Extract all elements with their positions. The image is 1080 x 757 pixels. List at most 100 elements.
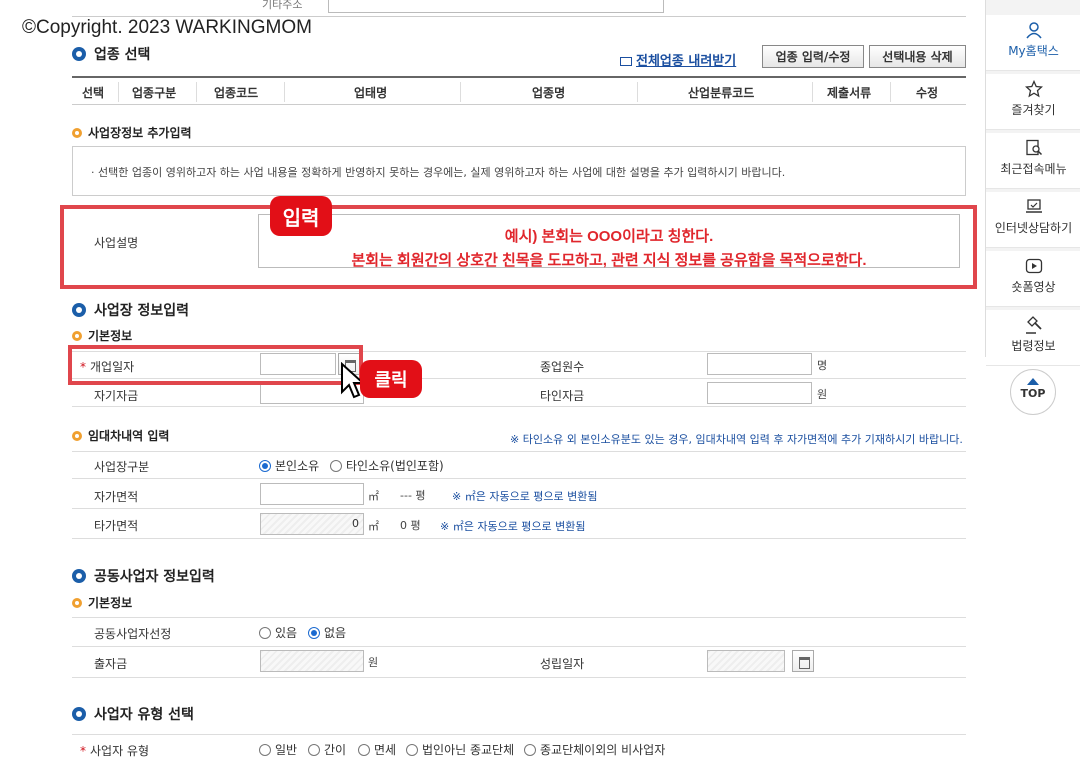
joint-select-row <box>72 617 966 647</box>
own-area-input[interactable] <box>260 483 364 505</box>
col-documents: 제출서류 <box>827 86 872 100</box>
sidebar-item-online-consult[interactable]: 인터넷상담하기 <box>986 192 1080 248</box>
biz-type-section-title: 사업자 유형 선택 <box>72 704 194 724</box>
person-icon <box>1025 22 1042 39</box>
own-area-pyeong: --- 평 <box>400 489 426 502</box>
section-bullet-icon <box>72 707 86 721</box>
col-code: 업종코드 <box>214 86 259 100</box>
radio-own[interactable]: 본인소유 <box>259 457 319 474</box>
gavel-icon <box>1025 316 1042 334</box>
sidebar-item-recent-menu[interactable]: 최근접속메뉴 <box>986 133 1080 189</box>
document-search-icon <box>1025 139 1042 156</box>
other-area-pyeong: 0 평 <box>400 519 421 532</box>
sidebar-item-my-hometax[interactable]: My홈택스 <box>986 15 1080 71</box>
own-area-help: ※ ㎡은 자동으로 평으로 변환됨 <box>452 490 598 503</box>
radio-general[interactable]: 일반 <box>259 741 297 757</box>
other-area-unit: ㎡ <box>368 520 379 533</box>
investment-label: 출자금 <box>94 657 128 671</box>
col-type: 업종구분 <box>132 86 177 100</box>
section-bullet-icon <box>72 303 86 317</box>
industry-edit-button[interactable]: 업종 입력/수정 <box>762 45 864 68</box>
own-area-unit: ㎡ <box>368 490 379 503</box>
extra-info-notice: · 선택한 업종이 영위하고자 하는 사업 내용을 정확하게 반영하지 못하는 … <box>72 146 966 196</box>
other-capital-label: 타인자금 <box>540 389 585 403</box>
employees-unit: 명 <box>817 359 828 372</box>
own-capital-label: 자기자금 <box>94 389 139 403</box>
business-description-example: 예시) 본회는 OOO이라고 칭한다. 본회는 회원간의 상호간 친목을 도모하… <box>351 228 867 269</box>
radio-selected-icon <box>259 459 271 472</box>
radio-joint-yes[interactable]: 있음 <box>259 624 297 641</box>
input-callout-badge: 입력 <box>270 196 332 236</box>
joint-business-section-title: 공동사업자 정보입력 <box>72 566 215 586</box>
sidebar-item-shortform-video[interactable]: 숏폼영상 <box>986 251 1080 307</box>
copyright-watermark: ©Copyright. 2023 WARKINGMOM <box>22 17 312 38</box>
radio-religious[interactable]: 법인아닌 종교단체 <box>406 741 514 757</box>
radio-joint-no[interactable]: 없음 <box>308 624 346 641</box>
sidebar-item-favorites[interactable]: 즐겨찾기 <box>986 74 1080 130</box>
calendar-icon[interactable] <box>792 650 814 672</box>
industry-section-title: 업종 선택 <box>72 44 150 64</box>
radio-selected-icon <box>308 626 320 639</box>
subsection-bullet-icon <box>72 597 82 608</box>
investment-row <box>72 647 966 678</box>
biz-type-label: * 사업자 유형 <box>80 744 150 757</box>
radio-exempt[interactable]: 면세 <box>358 741 396 757</box>
star-icon <box>1024 80 1043 98</box>
investment-unit: 원 <box>368 656 379 669</box>
investment-input <box>260 650 364 672</box>
col-select: 선택 <box>82 86 105 100</box>
delete-selection-button[interactable]: 선택내용 삭제 <box>869 45 966 68</box>
radio-icon <box>524 743 536 756</box>
employees-input[interactable] <box>707 353 812 375</box>
download-all-industries-link[interactable]: 전체업종 내려받기 <box>620 50 736 69</box>
found-date-label: 성립일자 <box>540 657 585 671</box>
biz-type-row <box>72 734 966 757</box>
premises-type-row <box>72 451 966 479</box>
business-basic-info-title: 기본정보 <box>72 327 132 344</box>
scroll-top-button[interactable]: TOP <box>1010 369 1056 415</box>
col-business-name: 업태명 <box>354 86 388 100</box>
radio-icon <box>406 743 418 756</box>
radio-non-business[interactable]: 종교단체이외의 비사업자 <box>524 741 665 757</box>
section-bullet-icon <box>72 47 86 61</box>
sidebar-item-law-info[interactable]: 법령정보 <box>986 310 1080 366</box>
premises-type-label: 사업장구분 <box>94 460 150 474</box>
lease-section-title: 임대차내역 입력 <box>72 427 169 444</box>
other-area-help: ※ ㎡은 자동으로 평으로 변환됨 <box>440 520 586 533</box>
subsection-bullet-icon <box>72 330 82 341</box>
col-edit: 수정 <box>916 86 939 100</box>
subsection-bullet-icon <box>72 430 82 441</box>
address-label: 기타주소 <box>262 0 303 11</box>
click-callout-badge: 클릭 <box>360 360 422 398</box>
found-date-input <box>707 650 785 672</box>
click-highlight-frame <box>68 345 363 385</box>
industry-table-header: 선택 업종구분 업종코드 업태명 업종명 산업분류코드 제출서류 수정 <box>72 76 966 105</box>
laptop-icon <box>1025 199 1042 213</box>
lease-notice: ※ 타인소유 외 본인소유분도 있는 경우, 임대차내역 입력 후 자가면적에 … <box>510 433 963 446</box>
col-classification-code: 산업분류코드 <box>688 86 755 100</box>
radio-icon <box>259 626 271 639</box>
extra-info-title: 사업장정보 추가입력 <box>72 124 192 141</box>
radio-icon <box>308 743 320 756</box>
arrow-up-icon <box>1027 378 1039 385</box>
subsection-bullet-icon <box>72 127 82 138</box>
own-area-label: 자가면적 <box>94 490 139 504</box>
radio-other[interactable]: 타인소유(법인포함) <box>330 457 444 474</box>
employees-label: 종업원수 <box>540 360 585 374</box>
address-input[interactable] <box>328 0 664 13</box>
other-capital-input[interactable] <box>707 382 812 404</box>
radio-icon <box>358 743 370 756</box>
radio-icon <box>259 743 271 756</box>
radio-icon <box>330 459 342 472</box>
play-icon <box>1025 258 1042 274</box>
other-area-label: 타가면적 <box>94 519 139 533</box>
quick-sidebar: My홈택스 즐겨찾기 최근접속메뉴 인터넷상담하기 숏폼영상 법령정보 <box>985 0 1080 366</box>
joint-select-label: 공동사업자선정 <box>94 627 172 641</box>
divider <box>72 16 966 17</box>
radio-simplified[interactable]: 간이 <box>308 741 346 757</box>
download-icon <box>620 57 632 66</box>
col-industry-name: 업종명 <box>532 86 566 100</box>
other-area-input: 0 <box>260 513 364 535</box>
capital-unit: 원 <box>817 388 828 401</box>
section-bullet-icon <box>72 569 86 583</box>
